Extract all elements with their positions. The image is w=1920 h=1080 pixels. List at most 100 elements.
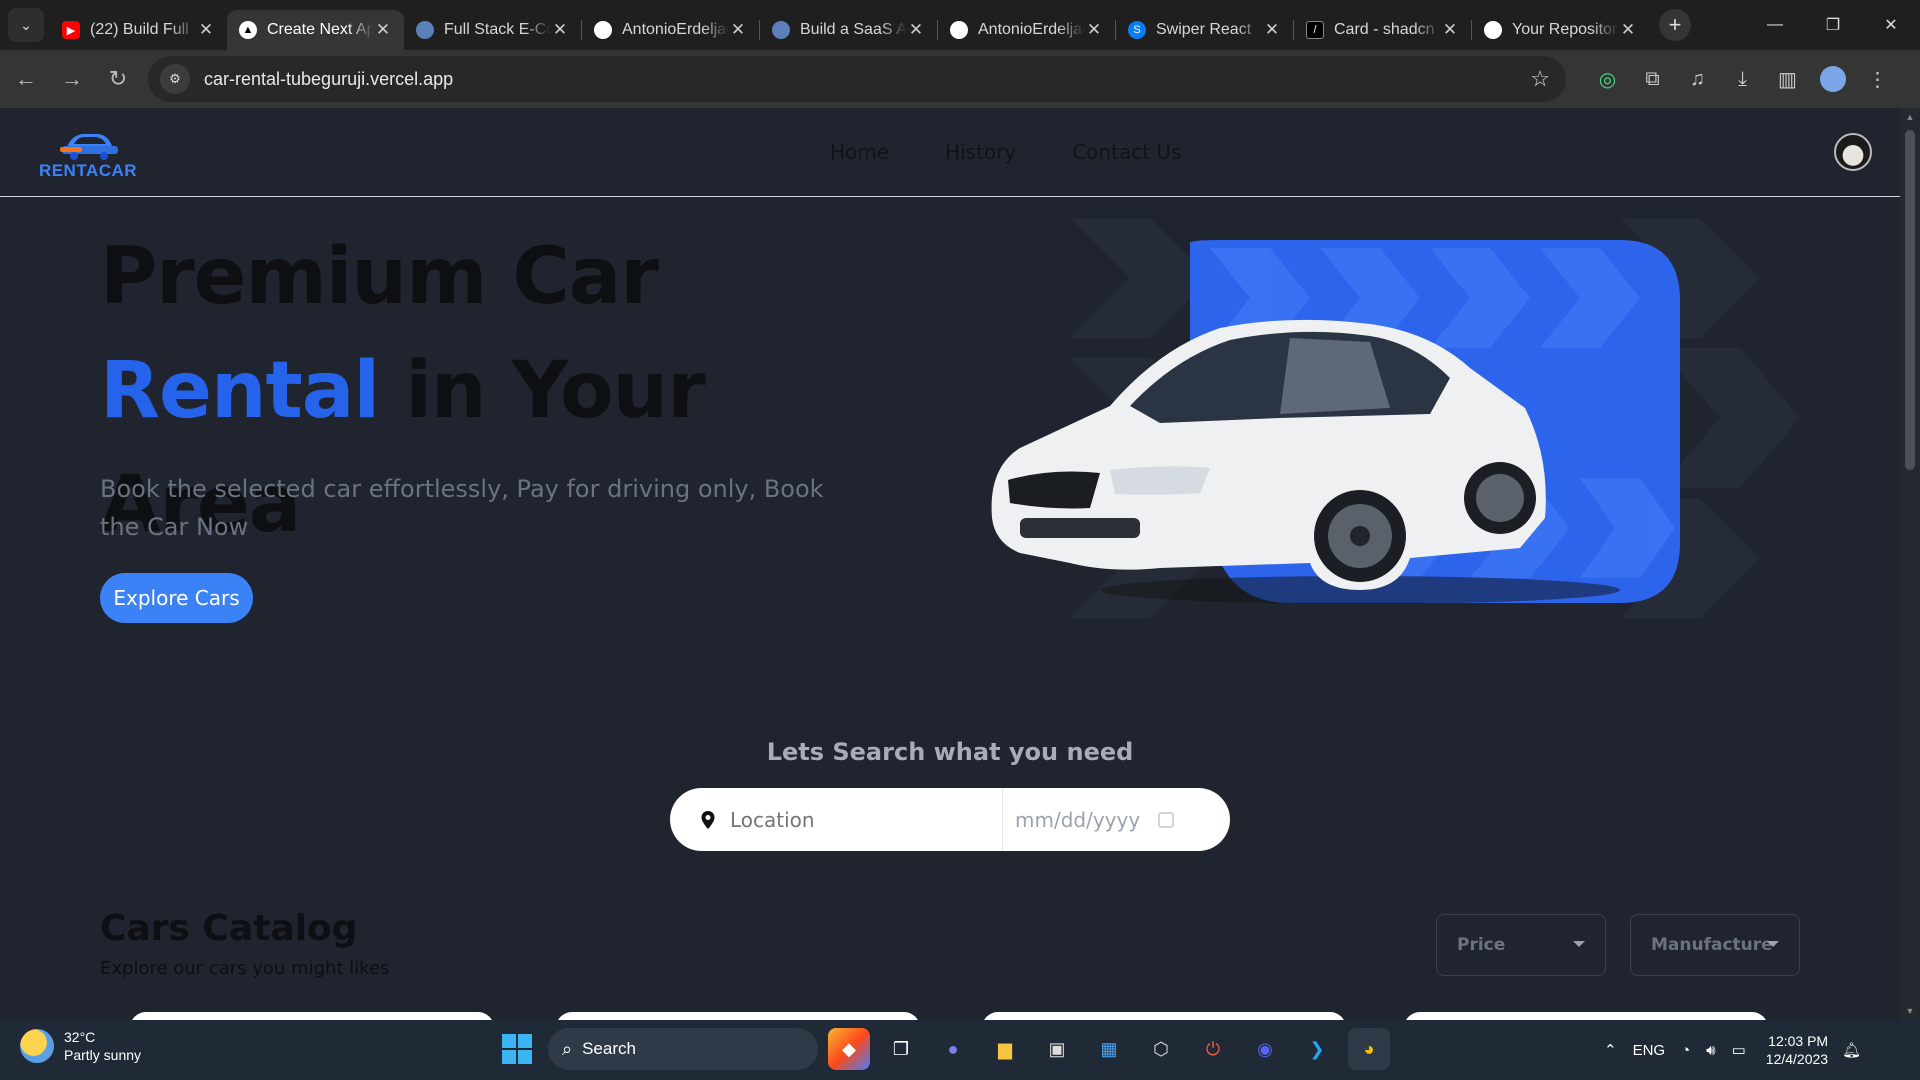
tab-github-2[interactable]: AntonioErdeljac ✕ [938, 10, 1115, 50]
explore-cars-button[interactable]: Explore Cars [100, 573, 253, 623]
scroll-up-icon[interactable]: ▲ [1905, 112, 1915, 122]
tab-create-next-app[interactable]: ▲ Create Next App ✕ [227, 10, 404, 50]
weather-desc: Partly sunny [64, 1047, 142, 1063]
browser-toolbar: ← → ↻ ⚙ car-rental-tubeguruji.vercel.app… [0, 50, 1920, 108]
close-icon[interactable]: ✕ [1441, 20, 1459, 40]
vscode-icon[interactable]: ❯ [1296, 1028, 1338, 1070]
language-indicator[interactable]: ENG [1633, 1042, 1666, 1059]
tab-youtube[interactable]: ▶ (22) Build Full ✕ [50, 10, 227, 50]
windows-taskbar: 32°C Partly sunny ⌕ Search ◆ ❐ ● ▆ ▣ ▦ ⬡ … [0, 1020, 1920, 1080]
search-icon: ⌕ [562, 1038, 573, 1059]
close-icon[interactable]: ✕ [1619, 20, 1637, 40]
close-icon[interactable]: ✕ [1263, 20, 1281, 40]
scrollbar-thumb[interactable] [1905, 130, 1915, 470]
car-card[interactable] [130, 1012, 494, 1020]
car-card[interactable] [556, 1012, 920, 1020]
forward-button[interactable]: → [52, 59, 92, 99]
wifi-icon[interactable]: ◔ [1681, 1042, 1690, 1059]
tab-search-button[interactable]: ⌄ [8, 8, 44, 42]
car-card[interactable] [982, 1012, 1346, 1020]
car-card[interactable] [1404, 1012, 1768, 1020]
power-app-icon[interactable]: ⏻ [1192, 1028, 1234, 1070]
tab-title: AntonioErdeljac [622, 21, 729, 38]
taskbar-search[interactable]: ⌕ Search [548, 1028, 818, 1070]
close-icon[interactable]: ✕ [197, 20, 215, 40]
tab-repositories[interactable]: Your Repositories ✕ [1472, 10, 1649, 50]
menu-dots-icon[interactable]: ⋮ [1855, 56, 1900, 102]
close-icon[interactable]: ✕ [551, 20, 569, 40]
nav-history[interactable]: History [945, 140, 1016, 164]
price-filter-select[interactable]: Price [1436, 914, 1606, 976]
close-icon[interactable]: ✕ [907, 20, 925, 40]
extension-green-icon[interactable]: ◎ [1585, 56, 1630, 102]
page-viewport: RENTACAR Home History Contact Us Premium… [0, 108, 1900, 1020]
logo-text: RENTACAR [38, 161, 138, 180]
chevron-up-icon[interactable]: ⌃ [1604, 1041, 1617, 1059]
profile-avatar-icon[interactable] [1810, 56, 1855, 102]
clock-date: 12/4/2023 [1765, 1051, 1829, 1067]
car-illustration [991, 218, 1800, 618]
calendar-icon[interactable] [1158, 811, 1175, 828]
weather-widget[interactable]: 32°C Partly sunny [20, 1028, 141, 1064]
tab-saas[interactable]: Build a SaaS AI ✕ [760, 10, 937, 50]
unity-icon[interactable]: ⬡ [1140, 1028, 1182, 1070]
close-icon[interactable]: ✕ [729, 20, 747, 40]
user-avatar[interactable] [1834, 133, 1872, 171]
location-pin-icon [701, 810, 715, 829]
new-tab-button[interactable]: + [1659, 9, 1691, 41]
tab-full-stack[interactable]: Full Stack E-Commerce ✕ [404, 10, 581, 50]
partly-sunny-icon [20, 1029, 54, 1063]
discord-icon[interactable]: ◉ [1244, 1028, 1286, 1070]
url-text[interactable]: car-rental-tubeguruji.vercel.app [204, 69, 453, 90]
nav-contact-us[interactable]: Contact Us [1072, 140, 1181, 164]
tab-title: Build a SaaS AI [800, 21, 907, 38]
bookmark-star-icon[interactable]: ☆ [1530, 66, 1550, 92]
windows-start-icon[interactable] [496, 1028, 538, 1070]
teams-chat-icon[interactable]: ● [932, 1028, 974, 1070]
battery-icon[interactable]: ▭ [1732, 1041, 1746, 1059]
back-button[interactable]: ← [6, 59, 46, 99]
minimize-button[interactable]: — [1746, 0, 1804, 50]
manufacturer-filter-select[interactable]: Manufacturer [1630, 914, 1800, 976]
chevron-down-icon [1573, 941, 1585, 947]
notification-bell-icon[interactable]: 🔔︎ [1842, 1041, 1861, 1059]
date-input[interactable]: mm/dd/yyyy [1015, 808, 1140, 832]
restore-button[interactable]: ❐ [1804, 0, 1862, 50]
tab-swiper[interactable]: S Swiper React ✕ [1116, 10, 1293, 50]
volume-icon[interactable]: 🔊︎ [1706, 1042, 1715, 1059]
shadcn-icon: / [1306, 21, 1324, 39]
close-icon[interactable]: ✕ [374, 20, 392, 40]
reload-button[interactable]: ↻ [98, 59, 138, 99]
site-info-icon[interactable]: ⚙ [160, 64, 190, 94]
location-input[interactable] [730, 807, 990, 832]
tab-shadcn[interactable]: / Card - shadcn ✕ [1294, 10, 1471, 50]
clock[interactable]: 12:03 PM 12/4/2023 [1766, 1032, 1828, 1068]
catalog-title: Cars Catalog [100, 908, 358, 949]
address-bar[interactable]: ⚙ car-rental-tubeguruji.vercel.app ☆ [148, 56, 1566, 102]
copilot-icon[interactable]: ◆ [828, 1028, 870, 1070]
close-window-button[interactable]: ✕ [1862, 0, 1920, 50]
rentacar-logo[interactable]: RENTACAR [36, 126, 140, 180]
terminal-icon[interactable]: ▣ [1036, 1028, 1078, 1070]
search-divider [1002, 788, 1003, 851]
side-panel-icon[interactable]: ▥ [1765, 56, 1810, 102]
media-control-icon[interactable]: ♫ [1675, 56, 1720, 102]
extensions-puzzle-icon[interactable]: ⧉ [1630, 56, 1675, 102]
close-icon[interactable]: ✕ [1085, 20, 1103, 40]
chevron-down-icon [1767, 941, 1779, 947]
manufacturer-filter-label: Manufacturer [1651, 935, 1771, 955]
page-scrollbar[interactable]: ▲ ▼ [1900, 108, 1920, 1020]
scroll-down-icon[interactable]: ▼ [1905, 1006, 1915, 1016]
download-icon[interactable]: ⤓ [1720, 56, 1765, 102]
nav-home[interactable]: Home [830, 140, 889, 164]
tab-title: Create Next App [267, 21, 374, 38]
microsoft-store-icon[interactable]: ▦ [1088, 1028, 1130, 1070]
file-explorer-icon[interactable]: ▆ [984, 1028, 1026, 1070]
tab-title: Full Stack E-Commerce [444, 21, 551, 38]
chrome-icon[interactable]: ◕ [1348, 1028, 1390, 1070]
taskbar-apps: ⌕ Search ◆ ❐ ● ▆ ▣ ▦ ⬡ ⏻ ◉ ❯ ◕ [496, 1028, 1390, 1070]
task-view-icon[interactable]: ❐ [880, 1028, 922, 1070]
clock-time: 12:03 PM [1768, 1033, 1829, 1049]
tab-title: Card - shadcn [1334, 21, 1435, 38]
tab-github-1[interactable]: AntonioErdeljac ✕ [582, 10, 759, 50]
